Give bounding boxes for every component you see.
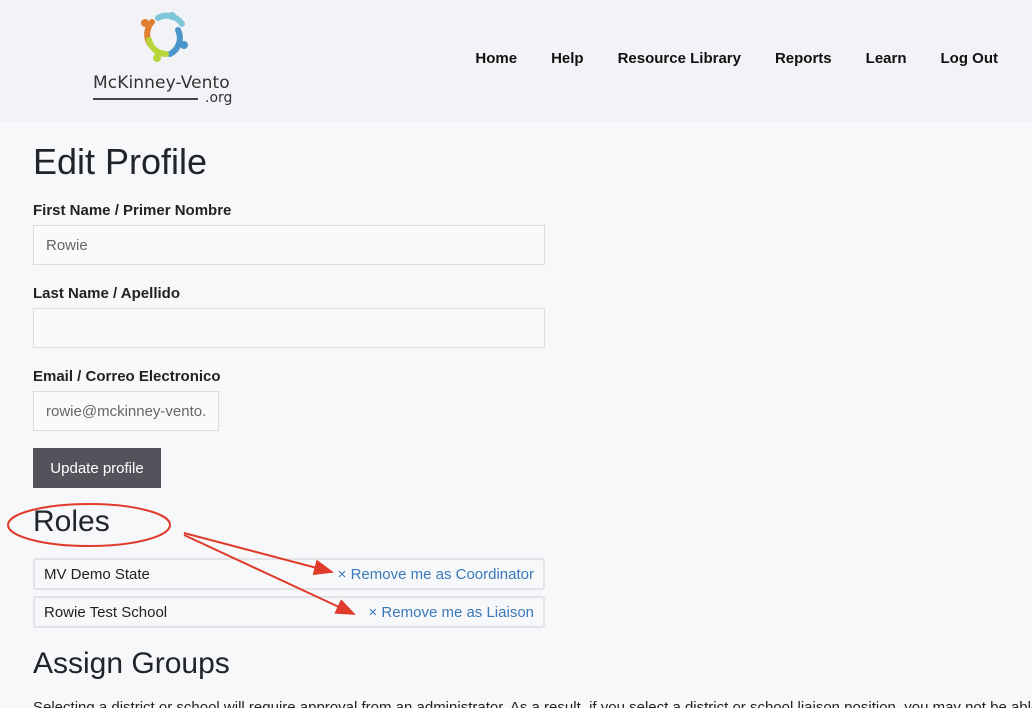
page-title: Edit Profile xyxy=(33,141,207,183)
logo-suffix: .org xyxy=(205,90,232,106)
last-name-input[interactable] xyxy=(33,308,545,348)
email-label: Email / Correo Electronico xyxy=(33,368,221,385)
nav-learn[interactable]: Learn xyxy=(866,50,907,67)
role-item: MV Demo State × Remove me as Coordinator xyxy=(33,558,545,590)
update-profile-button[interactable]: Update profile xyxy=(33,448,161,488)
nav-reports[interactable]: Reports xyxy=(775,50,832,67)
role-name: MV Demo State xyxy=(44,566,150,583)
main-nav: Home Help Resource Library Reports Learn… xyxy=(441,50,998,67)
roles-heading: Roles xyxy=(33,505,110,539)
nav-resource-library[interactable]: Resource Library xyxy=(618,50,741,67)
nav-home[interactable]: Home xyxy=(475,50,517,67)
assign-groups-heading: Assign Groups xyxy=(33,647,230,681)
role-item: Rowie Test School × Remove me as Liaison xyxy=(33,596,545,628)
last-name-label: Last Name / Apellido xyxy=(33,285,180,302)
remove-liaison-link[interactable]: × Remove me as Liaison xyxy=(369,604,535,621)
role-name: Rowie Test School xyxy=(44,604,167,621)
nav-help[interactable]: Help xyxy=(551,50,584,67)
remove-coordinator-link[interactable]: × Remove me as Coordinator xyxy=(338,566,534,583)
first-name-label: First Name / Primer Nombre xyxy=(33,202,231,219)
assign-groups-description: Selecting a district or school will requ… xyxy=(33,699,1032,708)
site-header: McKinney-Vento .org Home Help Resource L… xyxy=(0,0,1032,122)
email-input[interactable] xyxy=(33,391,219,431)
first-name-input[interactable] xyxy=(33,225,545,265)
logo-rule xyxy=(93,98,198,100)
site-logo[interactable]: McKinney-Vento .org xyxy=(90,10,238,110)
logo-emblem-icon xyxy=(138,10,192,64)
nav-log-out[interactable]: Log Out xyxy=(941,50,998,67)
